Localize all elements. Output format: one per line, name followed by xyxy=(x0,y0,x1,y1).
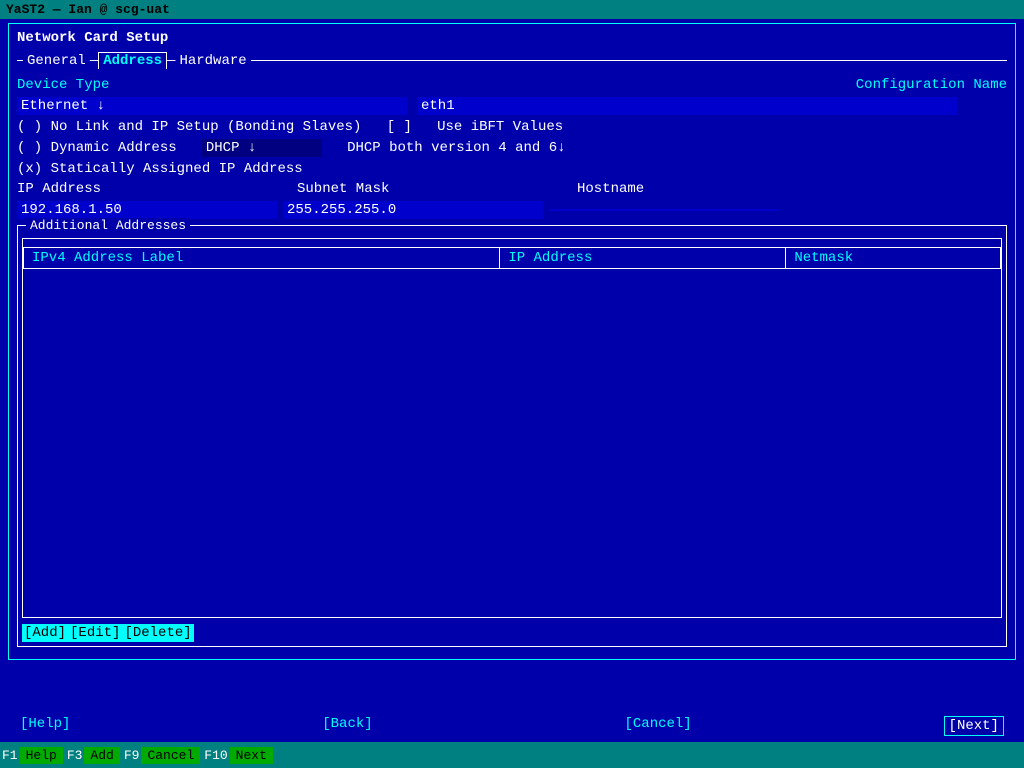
fkey-f9: F9 Cancel xyxy=(122,747,202,764)
ip-values-row: 192.168.1.50 255.255.255.0 xyxy=(17,201,1007,219)
additional-addresses-section: Additional Addresses IPv4 Address Label … xyxy=(17,225,1007,647)
ibft-label: Use iBFT Values xyxy=(437,119,563,135)
tab-address[interactable]: Address xyxy=(98,52,167,69)
config-name-input[interactable]: eth1 xyxy=(417,97,957,115)
title-bar: YaST2 — Ian @ scg-uat xyxy=(0,0,1024,19)
address-table: IPv4 Address Label IP Address Netmask xyxy=(23,247,1001,269)
fkey-f1: F1 Help xyxy=(0,747,65,764)
help-button[interactable]: [Help] xyxy=(20,716,70,736)
table-header: IPv4 Address Label IP Address Netmask xyxy=(24,248,1001,269)
next-button[interactable]: [Next] xyxy=(944,716,1004,736)
hostname-input[interactable] xyxy=(549,209,779,211)
col-netmask: Netmask xyxy=(786,248,1001,269)
radio-dynamic[interactable]: ( ) Dynamic Address xyxy=(17,140,177,156)
tabs-row: General — Address — Hardware xyxy=(17,52,1007,69)
additional-addresses-label: Additional Addresses xyxy=(26,218,190,233)
fkey-f1-num: F1 xyxy=(0,748,20,763)
fkey-f1-label[interactable]: Help xyxy=(20,747,63,764)
device-type-label: Device Type xyxy=(17,77,157,93)
page-title: Network Card Setup xyxy=(17,30,1007,46)
fkey-f3-num: F3 xyxy=(65,748,85,763)
radio-no-link[interactable]: ( ) No Link and IP Setup (Bonding Slaves… xyxy=(17,119,361,135)
dhcp-desc: DHCP both version 4 and 6 xyxy=(347,140,557,156)
ip-input[interactable]: 192.168.1.50 xyxy=(17,201,277,219)
dhcp-input[interactable]: DHCP ↓ xyxy=(202,139,322,157)
radio-dynamic-row: ( ) Dynamic Address DHCP ↓ DHCP both ver… xyxy=(17,139,1007,157)
fkey-bar: F1 Help F3 Add F9 Cancel F10 Next xyxy=(0,742,1024,768)
ip-label: IP Address xyxy=(17,181,297,197)
col-ipv4-label: IPv4 Address Label xyxy=(24,248,500,269)
box-buttons-row: [Add] [Edit] [Delete] xyxy=(22,624,1002,642)
ibft-checkbox[interactable]: [ ] xyxy=(387,119,412,135)
subnet-label: Subnet Mask xyxy=(297,181,577,197)
hostname-label: Hostname xyxy=(577,181,644,197)
radio-static[interactable]: (x) Statically Assigned IP Address xyxy=(17,161,303,177)
address-table-container: IPv4 Address Label IP Address Netmask xyxy=(22,238,1002,618)
radio-static-row: (x) Statically Assigned IP Address xyxy=(17,161,1007,177)
radio-no-link-row: ( ) No Link and IP Setup (Bonding Slaves… xyxy=(17,119,1007,135)
device-type-input[interactable]: Ethernet ↓ xyxy=(17,97,407,115)
tab-hardware[interactable]: Hardware xyxy=(175,53,250,69)
fkey-f9-num: F9 xyxy=(122,748,142,763)
fkey-f3: F3 Add xyxy=(65,747,122,764)
tab-general[interactable]: General xyxy=(23,53,90,69)
fkey-f9-label[interactable]: Cancel xyxy=(141,747,200,764)
main-frame: Network Card Setup General — Address — H… xyxy=(8,23,1016,660)
cancel-button[interactable]: [Cancel] xyxy=(625,716,692,736)
device-values-row: Ethernet ↓ eth1 xyxy=(17,97,1007,115)
subnet-input[interactable]: 255.255.255.0 xyxy=(283,201,543,219)
config-name-label: Configuration Name xyxy=(856,77,1007,93)
col-ip-address: IP Address xyxy=(500,248,786,269)
delete-button[interactable]: [Delete] xyxy=(122,624,193,642)
action-bar: [Help] [Back] [Cancel] [Next] xyxy=(0,712,1024,740)
device-config-row: Device Type Configuration Name xyxy=(17,77,1007,93)
fkey-f10-label[interactable]: Next xyxy=(230,747,273,764)
back-button[interactable]: [Back] xyxy=(322,716,372,736)
add-button[interactable]: [Add] xyxy=(22,624,68,642)
fkey-f10: F10 Next xyxy=(202,747,275,764)
fkey-f10-num: F10 xyxy=(202,748,229,763)
fkey-f3-label[interactable]: Add xyxy=(84,747,119,764)
ip-labels-row: IP Address Subnet Mask Hostname xyxy=(17,181,1007,197)
edit-button[interactable]: [Edit] xyxy=(68,624,122,642)
title-text: YaST2 — Ian @ scg-uat xyxy=(6,2,170,17)
tab-line-right xyxy=(251,60,1007,61)
